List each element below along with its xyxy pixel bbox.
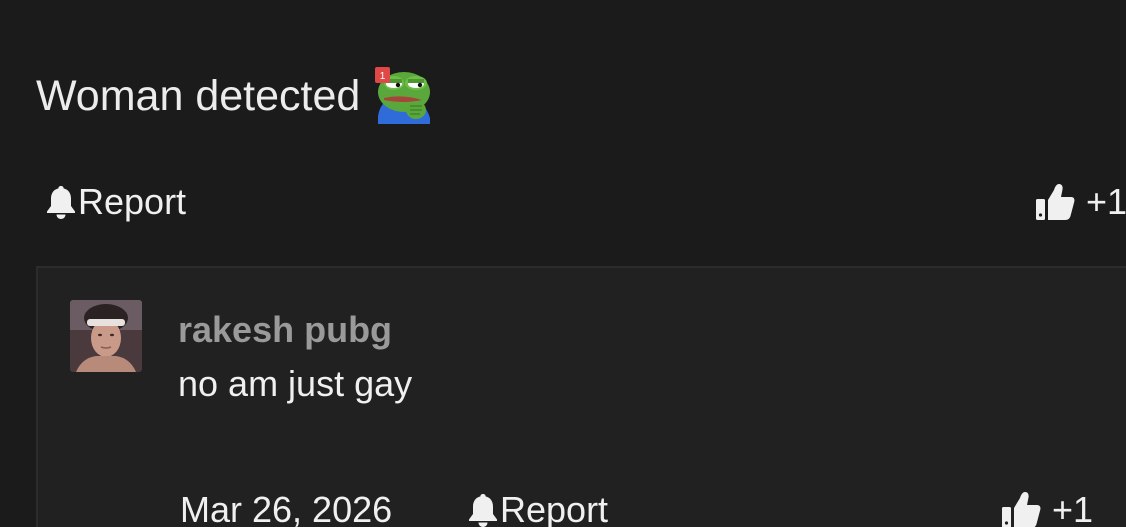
- report-button[interactable]: Report: [44, 180, 186, 224]
- reply-report-button[interactable]: Report: [466, 488, 608, 527]
- reply-author-name[interactable]: rakesh pubg: [178, 308, 392, 352]
- thumbs-up-icon: [1002, 492, 1041, 527]
- post-text: Woman detected: [36, 72, 361, 120]
- post-content: Woman detected 1: [36, 66, 434, 126]
- reply-report-label: Report: [500, 489, 609, 527]
- comment-thread: Woman detected 1 Report +1 rakesh pubg n…: [0, 0, 1126, 527]
- emoji-badge: 1: [380, 71, 386, 82]
- pepe-frog-emoji-icon: 1: [374, 66, 434, 126]
- reply-date: Mar 26, 2026: [180, 489, 393, 527]
- report-label: Report: [78, 181, 187, 222]
- post-action-row: Report +1: [44, 180, 1126, 224]
- reply-text: no am just gay: [178, 363, 413, 404]
- reply-action-row: Mar 26, 2026 Report +1: [180, 488, 1126, 527]
- reply-like-button[interactable]: +1: [1000, 488, 1093, 527]
- bell-icon: [466, 491, 500, 527]
- like-button[interactable]: +1: [1034, 180, 1126, 224]
- like-count: +1: [1086, 181, 1126, 222]
- thumbs-up-icon: [1036, 184, 1075, 220]
- bell-icon: [44, 183, 78, 221]
- reply-comment: rakesh pubg no am just gay Mar 26, 2026 …: [36, 266, 1126, 527]
- avatar[interactable]: [70, 300, 142, 372]
- reply-like-count: +1: [1052, 489, 1094, 527]
